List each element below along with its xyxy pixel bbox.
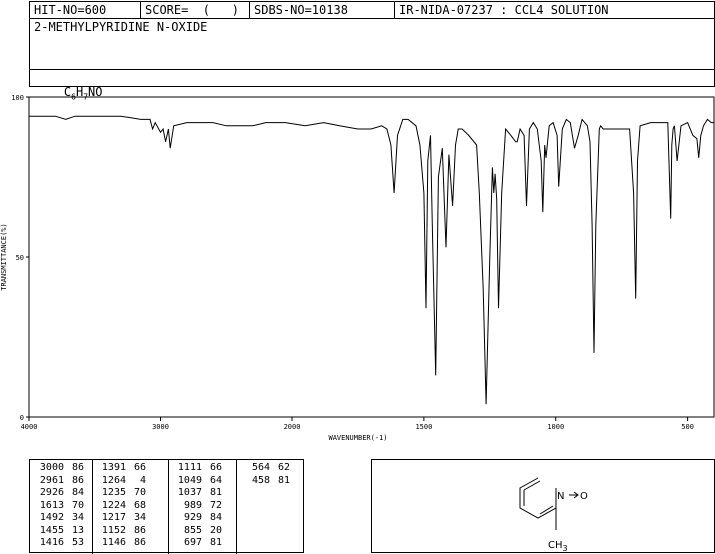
peak-wavenumber: 1152	[101, 524, 126, 536]
x-tick-label: 3000	[152, 423, 169, 431]
peak-row: 1217 34	[98, 512, 146, 523]
table-divider	[168, 460, 169, 554]
peak-wavenumber: 855	[183, 524, 202, 536]
peak-row: 697 81	[174, 537, 222, 548]
peak-row: 1235 70	[98, 487, 146, 498]
peak-row: 1111 66	[174, 462, 222, 473]
peak-wavenumber: 3000	[39, 462, 64, 473]
peak-transmittance: 86	[71, 462, 84, 473]
peak-transmittance: 66	[209, 462, 222, 473]
peak-wavenumber: 458	[251, 474, 270, 486]
peak-wavenumber: 1492	[39, 512, 64, 523]
peak-row: 1049 64	[174, 475, 222, 486]
peak-transmittance: 70	[133, 487, 146, 498]
peak-row: 989 72	[174, 500, 222, 511]
peak-transmittance: 68	[133, 499, 146, 511]
peak-row: 564 62	[242, 462, 290, 473]
peak-row: 1152 86	[98, 525, 146, 536]
peak-wavenumber: 929	[183, 512, 202, 523]
peak-transmittance: 81	[277, 474, 290, 486]
structure-diagram: N O CH3	[519, 477, 588, 553]
peak-table: 3000 86 2961 86 2926 84 1613 70 1492 34 1455 13 1416…	[29, 459, 304, 554]
peak-row: 1613 70	[36, 500, 84, 511]
peak-transmittance: 86	[71, 474, 84, 486]
peak-wavenumber: 989	[183, 499, 202, 511]
peak-transmittance: 20	[209, 524, 222, 536]
methyl-label: CH3	[548, 540, 568, 553]
peak-wavenumber: 697	[183, 537, 202, 548]
peak-row: 1037 81	[174, 487, 222, 498]
peak-wavenumber: 1391	[101, 462, 126, 473]
peak-row: 458 81	[242, 475, 290, 486]
x-tick-label: 500	[681, 423, 694, 431]
peak-wavenumber: 564	[251, 462, 270, 473]
peak-wavenumber: 1049	[177, 474, 202, 486]
axis-ticks	[26, 96, 689, 421]
y-tick-label: 100	[11, 94, 24, 102]
peak-row: 3000 86	[36, 462, 84, 473]
x-axis-title: WAVENUMBER(-1)	[328, 434, 387, 442]
peak-transmittance: 62	[277, 462, 290, 473]
methyl-subscript: 3	[563, 544, 568, 553]
peak-wavenumber: 1455	[39, 524, 64, 536]
peak-transmittance: 86	[133, 524, 146, 536]
peak-transmittance: 81	[209, 537, 222, 548]
plot-frame	[28, 96, 715, 418]
peak-row: 2961 86	[36, 475, 84, 486]
peak-wavenumber: 1264	[101, 474, 126, 486]
table-divider	[92, 460, 93, 554]
peak-transmittance: 66	[133, 462, 146, 473]
y-tick-label: 0	[20, 414, 24, 422]
peak-wavenumber: 1416	[39, 537, 64, 548]
table-divider	[236, 460, 237, 554]
peak-row: 2926 84	[36, 487, 84, 498]
peak-transmittance: 81	[209, 487, 222, 498]
ir-spectrum-chart: 4000 3000 2000 1500 1000 500 0 50 100 WAVENUMBER…	[0, 94, 715, 442]
x-tick-label: 4000	[21, 423, 38, 431]
ring-double-bond	[523, 480, 541, 491]
peak-row: 1264 4	[98, 475, 146, 486]
x-tick-label: 2000	[284, 423, 301, 431]
peak-wavenumber: 1224	[101, 499, 126, 511]
peak-wavenumber: 1613	[39, 499, 64, 511]
peak-transmittance: 53	[71, 537, 84, 548]
axis-labels: 4000 3000 2000 1500 1000 500 0 50 100	[11, 94, 694, 431]
x-tick-label: 1500	[415, 423, 432, 431]
peak-transmittance: 13	[71, 524, 84, 536]
peak-row: 929 84	[174, 512, 222, 523]
peak-wavenumber: 1235	[101, 487, 126, 498]
peak-transmittance: 34	[71, 512, 84, 523]
ring-bonds	[519, 477, 557, 519]
spectrum-line	[29, 115, 714, 405]
peak-wavenumber: 2961	[39, 474, 64, 486]
peak-row: 855 20	[174, 525, 222, 536]
methyl-ch: CH	[548, 540, 563, 551]
peak-transmittance: 72	[209, 499, 222, 511]
x-tick-label: 1000	[547, 423, 564, 431]
peak-transmittance: 34	[133, 512, 146, 523]
peak-wavenumber: 1037	[177, 487, 202, 498]
nitrogen-label: N	[557, 491, 564, 502]
peak-wavenumber: 1111	[177, 462, 202, 473]
peak-wavenumber: 2926	[39, 487, 64, 498]
structure-box: N O CH3	[371, 459, 715, 553]
y-tick-label: 50	[16, 254, 24, 262]
oxygen-label: O	[580, 491, 588, 502]
peak-transmittance: 70	[71, 499, 84, 511]
peak-transmittance: 84	[71, 487, 84, 498]
peak-transmittance: 64	[209, 474, 222, 486]
peak-transmittance: 84	[209, 512, 222, 523]
y-axis-title: TRANSMITTANCE(%)	[0, 223, 8, 290]
peak-transmittance: 86	[133, 537, 146, 548]
peak-row: 1416 53	[36, 537, 84, 548]
peak-row: 1492 34	[36, 512, 84, 523]
peak-wavenumber: 1146	[101, 537, 126, 548]
peak-row: 1455 13	[36, 525, 84, 536]
peak-row: 1224 68	[98, 500, 146, 511]
peak-row: 1391 66	[98, 462, 146, 473]
peak-transmittance: 4	[139, 474, 146, 486]
peak-row: 1146 86	[98, 537, 146, 548]
peak-wavenumber: 1217	[101, 512, 126, 523]
